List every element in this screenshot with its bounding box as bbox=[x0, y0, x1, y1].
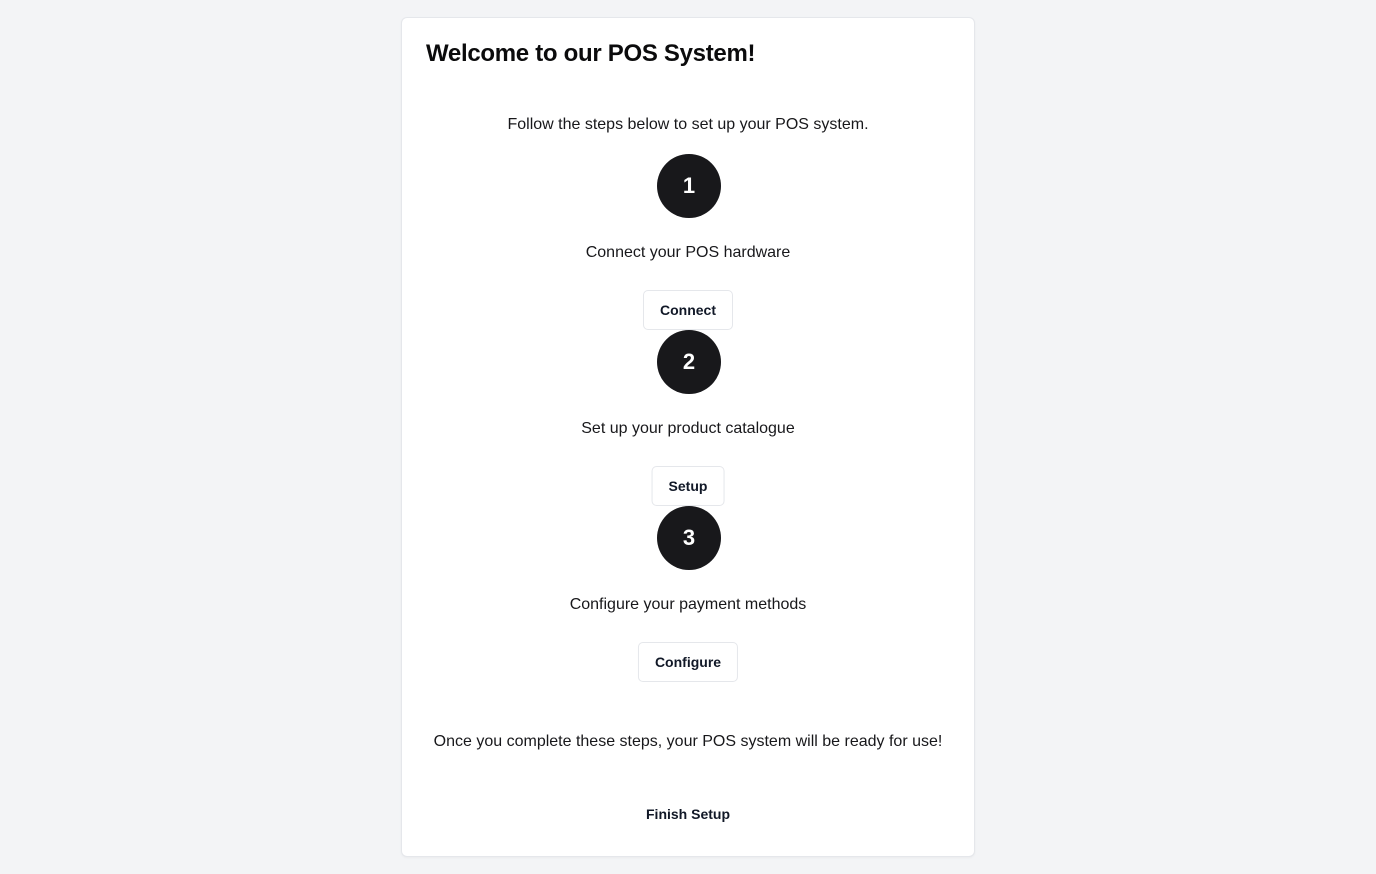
finish-setup-button[interactable]: Finish Setup bbox=[638, 802, 738, 826]
step-2-text: Set up your product catalogue bbox=[581, 420, 795, 437]
step-1: 1 Connect your POS hardware Connect bbox=[402, 154, 974, 330]
step-2-number: 2 bbox=[657, 330, 721, 394]
connect-button[interactable]: Connect bbox=[643, 290, 733, 330]
configure-button[interactable]: Configure bbox=[637, 642, 739, 682]
page-title: Welcome to our POS System! bbox=[426, 40, 756, 67]
step-3: 3 Configure your payment methods Configu… bbox=[402, 506, 974, 682]
intro-text: Follow the steps below to set up your PO… bbox=[507, 116, 869, 133]
setup-card: Welcome to our POS System! Follow the st… bbox=[401, 17, 975, 857]
step-2: 2 Set up your product catalogue Setup bbox=[402, 330, 974, 506]
step-1-number: 1 bbox=[657, 154, 721, 218]
step-3-text: Configure your payment methods bbox=[569, 596, 807, 613]
step-1-text: Connect your POS hardware bbox=[585, 244, 791, 261]
step-3-number: 3 bbox=[657, 506, 721, 570]
setup-button[interactable]: Setup bbox=[651, 466, 725, 506]
outro-text: Once you complete these steps, your POS … bbox=[433, 733, 943, 750]
